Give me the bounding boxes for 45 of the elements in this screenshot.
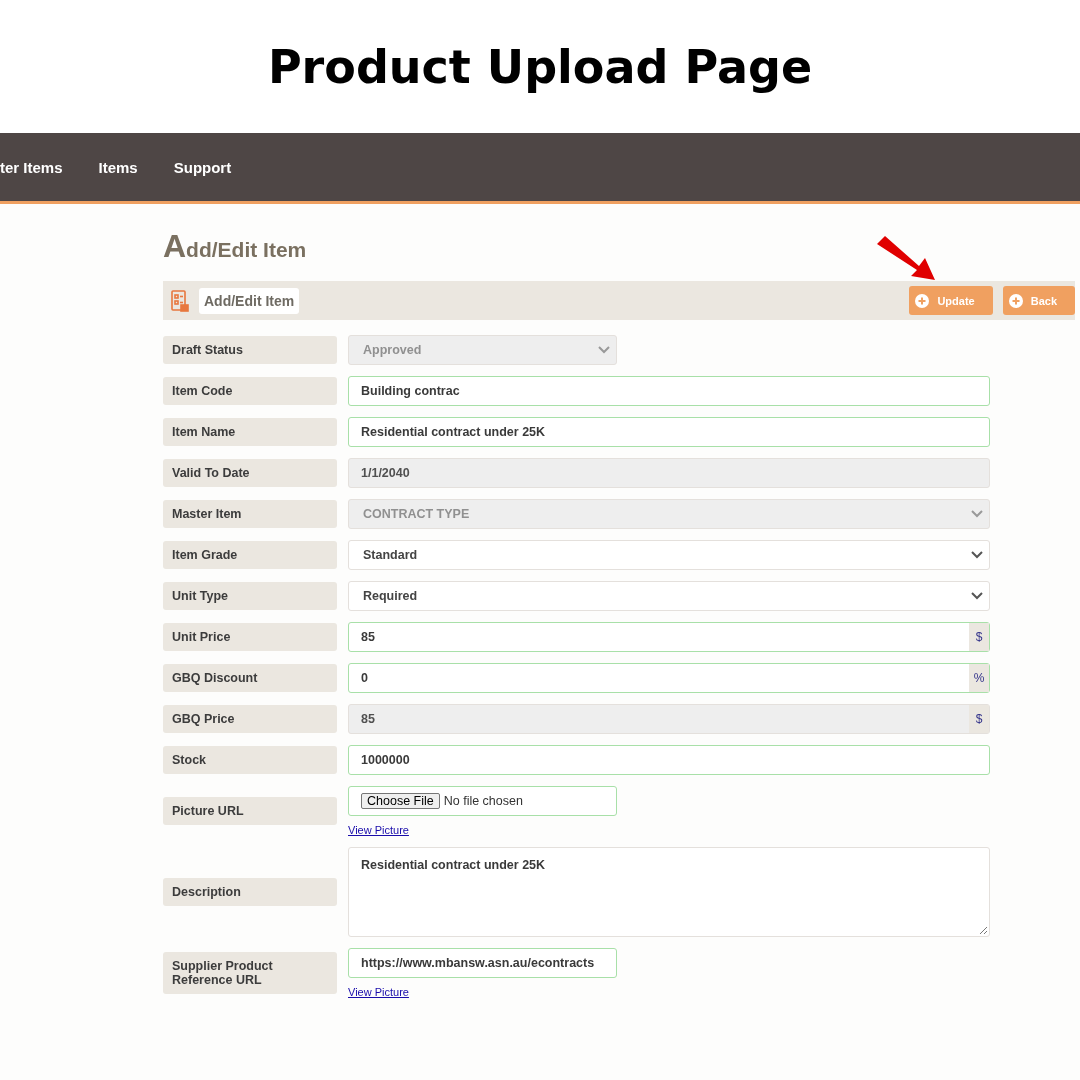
page-title: Product Upload Page	[267, 39, 813, 94]
nav-item[interactable]: Items	[98, 158, 138, 176]
page-heading: Add/Edit Item	[163, 228, 308, 265]
input-field[interactable]: https://www.mbansw.asn.au/econtracts	[348, 948, 617, 978]
form-icon	[171, 289, 189, 312]
chevron-down-icon	[971, 510, 983, 518]
text-area[interactable]: Residential contract under 25K	[348, 847, 990, 937]
chevron-down-icon	[971, 551, 983, 559]
chevron-down-icon	[971, 592, 983, 600]
resize-handle-icon[interactable]	[979, 926, 987, 934]
input-field[interactable]: 1000000	[348, 745, 990, 775]
input-field[interactable]: Building contrac	[348, 376, 990, 406]
unit-addon: %	[969, 664, 989, 692]
input-field[interactable]: 85 $	[348, 622, 990, 652]
dropdown[interactable]: Standard	[348, 540, 990, 570]
field-label: Unit Price	[163, 623, 337, 651]
field-label: Unit Type	[163, 582, 337, 610]
field-label: Stock	[163, 746, 337, 774]
field-label: GBQ Discount	[163, 664, 337, 692]
field-label: Picture URL	[163, 797, 337, 825]
nav-item[interactable]: ter Items	[0, 158, 63, 176]
field-label: Master Item	[163, 500, 337, 528]
file-status: No file chosen	[443, 794, 523, 808]
chevron-down-icon	[598, 346, 610, 354]
field-label: Valid To Date	[163, 459, 337, 487]
unit-addon: $	[969, 623, 989, 651]
choose-file-button[interactable]: Choose File	[361, 793, 440, 809]
field-label: Description	[163, 878, 337, 906]
view-picture-link[interactable]: View Picture	[348, 986, 409, 998]
plus-icon	[915, 293, 930, 308]
field-label: Draft Status	[163, 336, 337, 364]
dropdown[interactable]: Required	[348, 581, 990, 611]
nav-item[interactable]: Support	[173, 158, 232, 176]
view-picture-link[interactable]: View Picture	[348, 824, 409, 836]
field-label: Item Name	[163, 418, 337, 446]
plus-icon	[1008, 293, 1023, 308]
file-input[interactable]: Choose File No file chosen	[348, 786, 617, 816]
input-field[interactable]: 0 %	[348, 663, 990, 693]
unit-addon: $	[969, 705, 989, 733]
field-label: Supplier Product Reference URL	[163, 952, 337, 994]
field-label: GBQ Price	[163, 705, 337, 733]
field-label: Item Code	[163, 377, 337, 405]
panel-title: Add/Edit Item	[199, 287, 300, 314]
field-label: Item Grade	[163, 541, 337, 569]
input-field[interactable]: Residential contract under 25K	[348, 417, 990, 447]
